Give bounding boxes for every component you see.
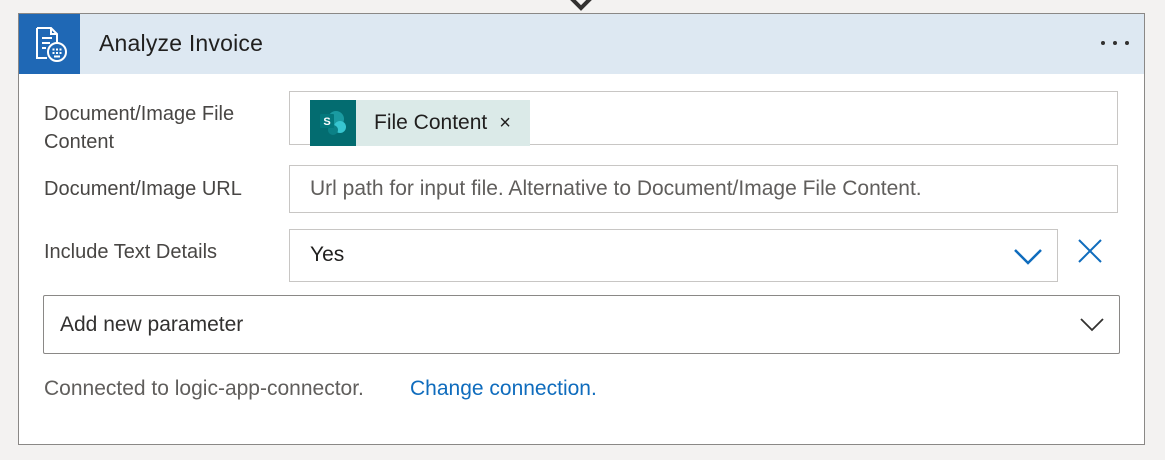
svg-text:S: S — [323, 116, 330, 128]
card-title: Analyze Invoice — [99, 30, 264, 56]
connection-status: Connected to logic-app-connector. — [44, 377, 364, 400]
url-label: Document/Image URL — [44, 178, 242, 200]
card-header[interactable]: Analyze Invoice — [19, 14, 1144, 74]
close-icon[interactable] — [1077, 238, 1103, 264]
add-parameter-label: Add new parameter — [60, 313, 244, 336]
token-label: File Content — [374, 111, 488, 134]
url-field[interactable] — [289, 165, 1118, 213]
text-details-value: Yes — [310, 243, 345, 266]
file-content-field[interactable]: S File Content × — [289, 91, 1118, 146]
text-details-select[interactable]: Yes — [289, 229, 1058, 282]
add-parameter-dropdown[interactable]: Add new parameter — [43, 295, 1120, 354]
file-content-label: Document/Image File Content — [44, 103, 235, 153]
text-details-label: Include Text Details — [44, 241, 218, 263]
action-card: Analyze Invoice Document/Image File Cont… — [18, 13, 1145, 445]
invoice-document-icon — [19, 14, 80, 74]
chevron-down-icon — [1080, 318, 1104, 332]
url-input[interactable] — [290, 166, 1117, 212]
file-content-token[interactable]: S File Content × — [310, 100, 530, 146]
change-connection-link[interactable]: Change connection. — [410, 377, 597, 401]
sharepoint-icon: S — [310, 100, 356, 146]
chevron-down-icon[interactable] — [1013, 246, 1043, 266]
token-remove-icon[interactable]: × — [499, 113, 511, 133]
connector-arrow-icon — [570, 0, 592, 11]
ellipsis-icon[interactable] — [1097, 28, 1133, 58]
